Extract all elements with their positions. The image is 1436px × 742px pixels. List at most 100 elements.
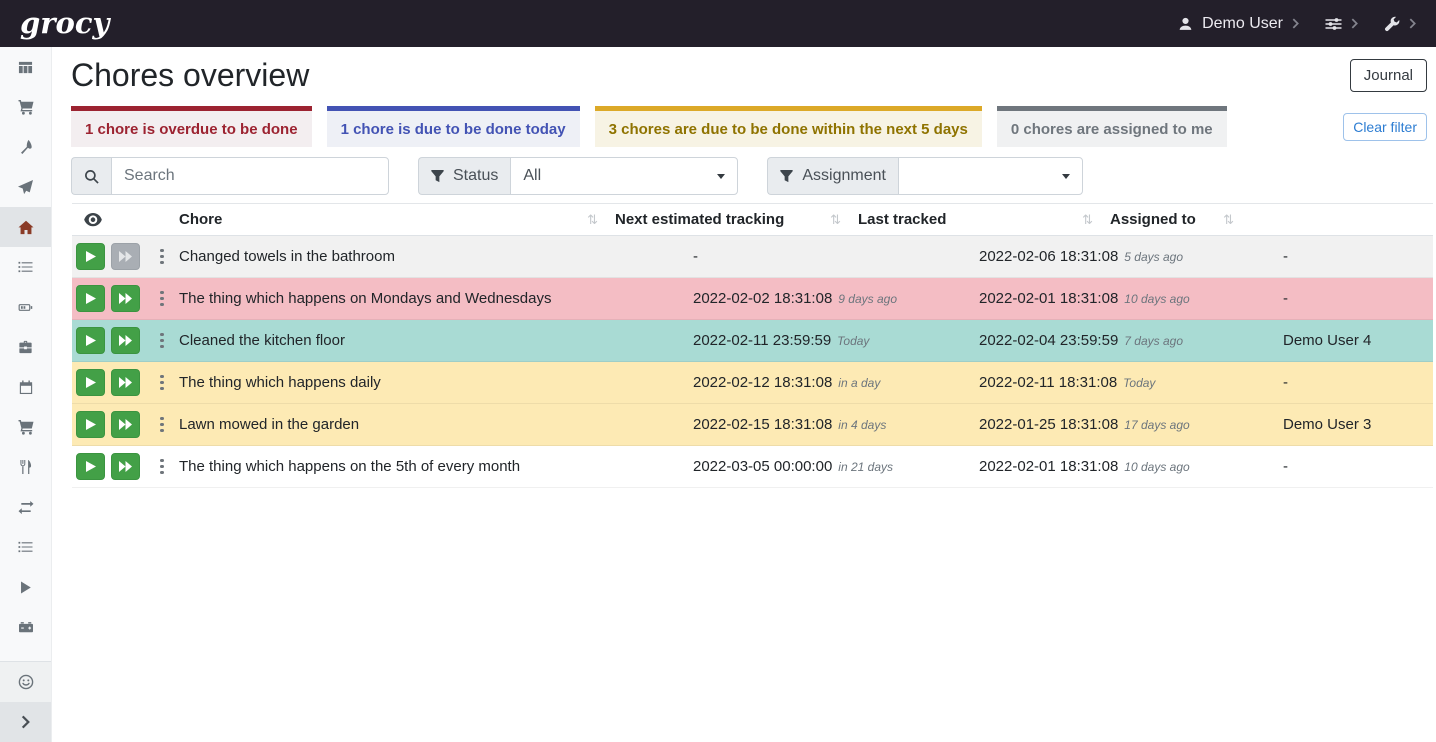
list-icon: [18, 260, 33, 274]
next-tracking-cell: -: [693, 248, 979, 265]
user-menu[interactable]: Demo User: [1178, 15, 1299, 33]
status-filter-label: Status: [453, 167, 498, 185]
sidebar-item-calendar[interactable]: [0, 367, 51, 407]
sidebar-item-recipes[interactable]: [0, 127, 51, 167]
last-tracked-timestamp: 2022-02-04 23:59:59: [979, 332, 1118, 349]
search-input[interactable]: [111, 157, 389, 195]
user-name: Demo User: [1202, 15, 1283, 33]
chore-name: The thing which happens daily: [172, 374, 693, 391]
row-menu-button[interactable]: [154, 453, 170, 480]
column-header-chore[interactable]: Chore ⇅: [172, 204, 608, 235]
banner-due-today-filter[interactable]: 1 chore is due to be done today: [327, 106, 580, 147]
chore-row: Changed towels in the bathroom - 2022-02…: [72, 236, 1433, 278]
battery-icon: [17, 301, 34, 314]
status-banner-row: 1 chore is overdue to be done 1 chore is…: [52, 94, 1436, 147]
row-menu-button[interactable]: [154, 327, 170, 354]
row-menu-button[interactable]: [154, 285, 170, 312]
banner-due-soon-filter[interactable]: 3 chores are due to be done within the n…: [595, 106, 982, 147]
track-execution-button[interactable]: [76, 453, 105, 480]
track-execution-button[interactable]: [76, 243, 105, 270]
chore-row: The thing which happens on Mondays and W…: [72, 278, 1433, 320]
sidebar-item-meal-plan[interactable]: [0, 167, 51, 207]
banner-overdue-filter[interactable]: 1 chore is overdue to be done: [71, 106, 312, 147]
last-tracked-relative: Today: [1123, 376, 1155, 390]
row-menu-button[interactable]: [154, 243, 170, 270]
next-tracking-timestamp: 2022-02-15 18:31:08: [693, 416, 832, 433]
paper-plane-icon: [18, 180, 33, 195]
assigned-to-cell: -: [1283, 458, 1433, 475]
skip-execution-button[interactable]: [111, 411, 140, 438]
chevron-right-icon: [1351, 18, 1358, 29]
track-execution-button[interactable]: [76, 411, 105, 438]
play-icon: [86, 293, 96, 304]
app-logo[interactable]: grocy: [20, 9, 109, 38]
sidebar-item-chores-overview[interactable]: [0, 207, 51, 247]
column-header-next-tracking[interactable]: Next estimated tracking ⇅: [608, 204, 851, 235]
fast-forward-icon: [119, 461, 132, 472]
row-menu-button[interactable]: [154, 369, 170, 396]
sidebar-item-stock-overview[interactable]: [0, 47, 51, 87]
row-menu-button[interactable]: [154, 411, 170, 438]
sidebar-item-inventory[interactable]: [0, 527, 51, 567]
next-tracking-timestamp: 2022-02-11 23:59:59: [693, 332, 831, 349]
visibility-toggle-header[interactable]: [72, 204, 172, 235]
assignment-select[interactable]: [898, 157, 1083, 195]
last-tracked-cell: 2022-01-25 18:31:0817 days ago: [979, 416, 1283, 433]
status-select-value: All: [523, 167, 541, 185]
sidebar-item-shopping-list[interactable]: [0, 87, 51, 127]
assignment-filter-group: Assignment: [767, 157, 1083, 195]
last-tracked-relative: 10 days ago: [1124, 292, 1189, 306]
sidebar-item-purchase[interactable]: [0, 407, 51, 447]
navbar-menus: Demo User: [1152, 15, 1416, 33]
clear-filter-button[interactable]: Clear filter: [1343, 113, 1427, 141]
filter-icon: [431, 170, 444, 183]
track-execution-button[interactable]: [76, 327, 105, 354]
settings-menu[interactable]: [1325, 16, 1358, 32]
chore-row: Lawn mowed in the garden 2022-02-15 18:3…: [72, 404, 1433, 446]
next-tracking-cell: 2022-02-11 23:59:59Today: [693, 332, 979, 349]
admin-menu[interactable]: [1384, 16, 1416, 32]
row-controls: [72, 243, 172, 270]
track-execution-button[interactable]: [76, 369, 105, 396]
track-execution-button[interactable]: [76, 285, 105, 312]
next-tracking-cell: 2022-02-12 18:31:08in a day: [693, 374, 979, 391]
clipboard-list-icon: [18, 540, 33, 554]
sidebar-item-tasks[interactable]: [0, 247, 51, 287]
row-controls: [72, 453, 172, 480]
sidebar-item-feedback[interactable]: [0, 662, 51, 702]
filter-bar: Status All Assignment: [52, 147, 1436, 195]
sidebar-item-batteries-overview[interactable]: [0, 287, 51, 327]
column-header-last-tracked[interactable]: Last tracked ⇅: [851, 204, 1103, 235]
banner-assigned-to-me-filter[interactable]: 0 chores are assigned to me: [997, 106, 1227, 147]
search-group: [71, 157, 389, 195]
skip-execution-button[interactable]: [111, 243, 140, 270]
row-controls: [72, 327, 172, 354]
smiley-icon: [18, 674, 34, 690]
sort-icon: ⇅: [587, 212, 598, 228]
skip-execution-button[interactable]: [111, 285, 140, 312]
status-select[interactable]: All: [510, 157, 738, 195]
briefcase-icon: [18, 340, 33, 354]
column-header-assigned-to[interactable]: Assigned to ⇅: [1103, 204, 1244, 235]
skip-execution-button[interactable]: [111, 369, 140, 396]
last-tracked-relative: 10 days ago: [1124, 460, 1189, 474]
chore-name: Cleaned the kitchen floor: [172, 332, 693, 349]
last-tracked-cell: 2022-02-06 18:31:085 days ago: [979, 248, 1283, 265]
chore-name: The thing which happens on the 5th of ev…: [172, 458, 693, 475]
skip-execution-button[interactable]: [111, 453, 140, 480]
skip-execution-button[interactable]: [111, 327, 140, 354]
last-tracked-cell: 2022-02-11 18:31:08Today: [979, 374, 1283, 391]
sidebar-item-battery-tracking[interactable]: [0, 607, 51, 647]
sidebar-item-transfer[interactable]: [0, 487, 51, 527]
person-icon: [1178, 16, 1193, 32]
assignment-filter-label: Assignment: [802, 167, 886, 185]
chevron-down-icon: [717, 174, 725, 179]
sidebar-item-consume[interactable]: [0, 447, 51, 487]
play-icon: [86, 461, 96, 472]
sidebar-item-chore-tracking[interactable]: [0, 567, 51, 607]
journal-button[interactable]: Journal: [1350, 59, 1427, 92]
status-filter-prefix: Status: [418, 157, 510, 195]
sidebar-item-equipment[interactable]: [0, 327, 51, 367]
exchange-icon: [18, 500, 34, 515]
sidebar-expand-toggle[interactable]: [0, 702, 51, 742]
